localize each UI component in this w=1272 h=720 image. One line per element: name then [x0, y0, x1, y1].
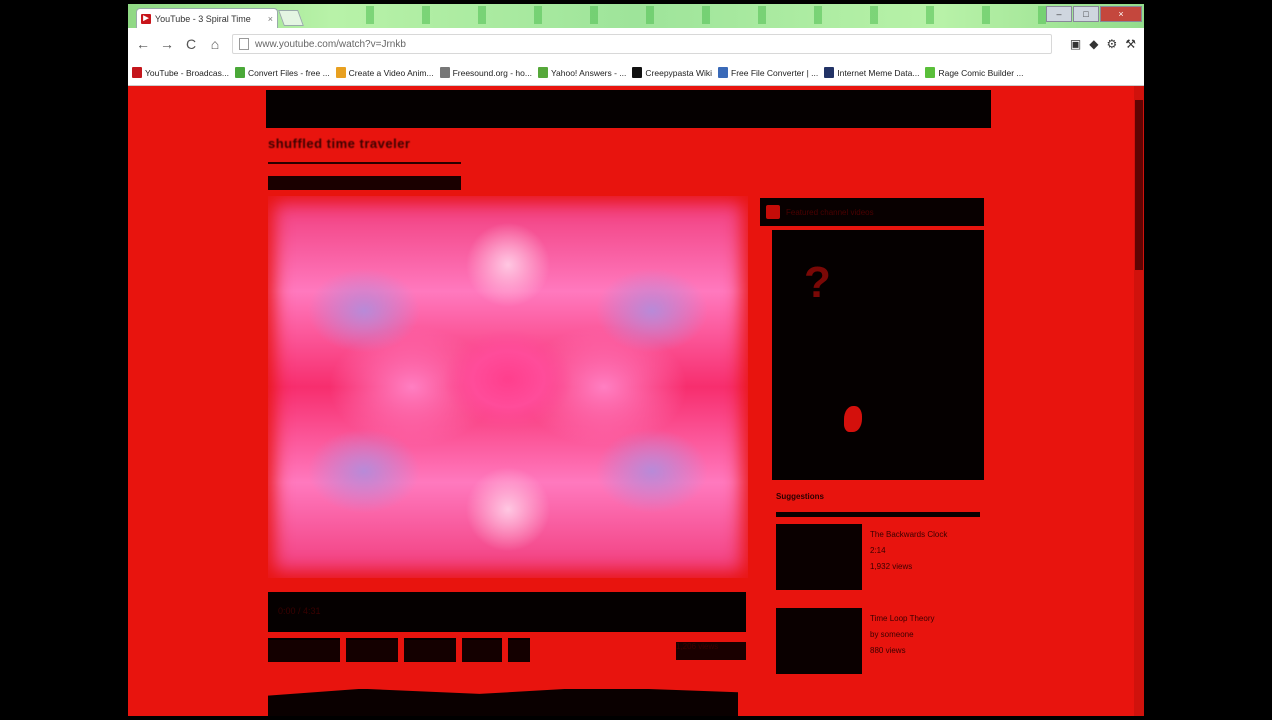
- tab-strip: ▶ YouTube - 3 Spiral Time × – □ ×: [128, 4, 1144, 28]
- bookmark-favicon-icon: [925, 67, 936, 78]
- home-button[interactable]: ⌂: [208, 36, 222, 52]
- extension-icon[interactable]: ◆: [1089, 37, 1098, 51]
- bookmark-item[interactable]: Create a Video Anim...: [335, 67, 434, 78]
- share-button[interactable]: [404, 638, 456, 662]
- channel-avatar: [766, 205, 780, 219]
- bookmarks-bar: YouTube - Broadcas... Convert Files - fr…: [128, 60, 1144, 86]
- page-icon: [239, 38, 249, 50]
- address-bar[interactable]: www.youtube.com/watch?v=Jrnkb: [232, 34, 1052, 54]
- bookmark-label: Freesound.org - ho...: [452, 67, 532, 78]
- tab-close-icon[interactable]: ×: [268, 14, 273, 24]
- reload-button[interactable]: C: [184, 36, 198, 52]
- bookmark-label: Create a Video Anim...: [348, 67, 434, 78]
- like-button[interactable]: [268, 638, 340, 662]
- bookmark-label: Rage Comic Builder ...: [938, 67, 1024, 78]
- site-header: [266, 90, 991, 128]
- scrollbar-thumb[interactable]: [1135, 100, 1143, 270]
- description-area: [268, 687, 738, 716]
- related-sidebar: Featured channel videos ? Suggestions Th…: [760, 198, 984, 716]
- bookmark-label: Free File Converter | ...: [731, 67, 819, 78]
- player-controls[interactable]: 0:00 / 4:31: [268, 592, 746, 632]
- suggestion-views: 1,932 views: [870, 562, 913, 571]
- suggestion-views: 880 views: [870, 646, 906, 655]
- bookmark-item[interactable]: Free File Converter | ...: [718, 67, 818, 78]
- forward-button[interactable]: →: [160, 36, 174, 52]
- bookmark-label: Yahoo! Answers - ...: [550, 67, 627, 78]
- bookmark-favicon-icon: [335, 67, 346, 78]
- suggestion-thumbnail: [776, 524, 862, 590]
- browser-toolbar: ← → C ⌂ www.youtube.com/watch?v=Jrnkb ▣ …: [128, 28, 1144, 60]
- bookmark-favicon-icon: [824, 67, 835, 78]
- bookmark-item[interactable]: YouTube - Broadcas...: [132, 67, 229, 78]
- minimize-button[interactable]: –: [1046, 6, 1072, 22]
- suggestion-title: Time Loop Theory: [870, 614, 935, 623]
- question-mark-icon: ?: [804, 258, 831, 307]
- divider: [776, 512, 980, 517]
- bookmark-item[interactable]: Convert Files - free ...: [234, 67, 330, 78]
- bookmark-favicon-icon: [234, 67, 245, 78]
- video-player[interactable]: [268, 196, 748, 578]
- settings-icon[interactable]: ⚙: [1106, 37, 1117, 51]
- extension-icon[interactable]: ▣: [1070, 37, 1081, 51]
- action-buttons: [268, 638, 530, 662]
- sidebar-header-text: Featured channel videos: [786, 207, 874, 217]
- bookmark-label: Internet Meme Data...: [837, 67, 920, 78]
- suggestion-thumbnail: [776, 608, 862, 674]
- wrench-icon[interactable]: ⚒: [1125, 37, 1136, 51]
- bookmark-label: Convert Files - free ...: [247, 67, 330, 78]
- bookmark-favicon-icon: [718, 67, 729, 78]
- view-count: 1,206 views: [676, 642, 746, 660]
- page-scrollbar[interactable]: [1134, 86, 1144, 716]
- url-text[interactable]: www.youtube.com/watch?v=Jrnkb: [255, 39, 406, 50]
- channel-bar[interactable]: [268, 162, 461, 190]
- video-title: shuffled time traveler: [268, 136, 411, 151]
- browser-tab[interactable]: ▶ YouTube - 3 Spiral Time ×: [136, 8, 278, 28]
- bookmark-item[interactable]: Creepypasta Wiki: [632, 67, 712, 78]
- suggestion-meta: 2:14: [870, 546, 886, 555]
- suggestion-title: The Backwards Clock: [870, 530, 948, 539]
- suggestion-meta: by someone: [870, 630, 914, 639]
- thumbnail-figure: [844, 406, 862, 432]
- featured-video-thumbnail[interactable]: ?: [772, 230, 984, 480]
- back-button[interactable]: ←: [136, 36, 150, 52]
- bookmark-item[interactable]: Yahoo! Answers - ...: [537, 67, 627, 78]
- sidebar-header[interactable]: Featured channel videos: [760, 198, 984, 226]
- bookmark-item[interactable]: Rage Comic Builder ...: [925, 67, 1024, 78]
- bookmark-label: YouTube - Broadcas...: [145, 67, 229, 78]
- add-to-button[interactable]: [346, 638, 398, 662]
- channel-name-block: [268, 176, 461, 190]
- player-time: 0:00 / 4:31: [278, 606, 321, 616]
- more-button[interactable]: [508, 638, 530, 662]
- tab-title: YouTube - 3 Spiral Time: [154, 13, 251, 24]
- bookmark-item[interactable]: Freesound.org - ho...: [439, 67, 532, 78]
- bookmark-favicon-icon: [439, 67, 450, 78]
- flag-button[interactable]: [462, 638, 502, 662]
- page-content: shuffled time traveler 0:00 / 4:31 1,206…: [128, 86, 1144, 716]
- maximize-button[interactable]: □: [1073, 6, 1099, 22]
- bookmark-favicon-icon: [132, 67, 142, 78]
- bookmark-label: Creepypasta Wiki: [645, 67, 713, 78]
- browser-window: ▶ YouTube - 3 Spiral Time × – □ × ← → C …: [128, 4, 1144, 716]
- close-window-button[interactable]: ×: [1100, 6, 1142, 22]
- bookmark-item[interactable]: Internet Meme Data...: [824, 67, 919, 78]
- suggestion-item[interactable]: Time Loop Theory by someone 880 views: [776, 608, 980, 676]
- bookmark-favicon-icon: [537, 67, 548, 78]
- window-controls: – □ ×: [1046, 6, 1142, 22]
- suggestion-item[interactable]: The Backwards Clock 2:14 1,932 views: [776, 524, 980, 592]
- new-tab-button[interactable]: [278, 10, 304, 26]
- youtube-favicon-icon: ▶: [141, 13, 151, 24]
- extension-icons: ▣ ◆ ⚙ ⚒: [1070, 37, 1136, 51]
- suggestions-label: Suggestions: [776, 492, 825, 501]
- bookmark-favicon-icon: [632, 67, 643, 78]
